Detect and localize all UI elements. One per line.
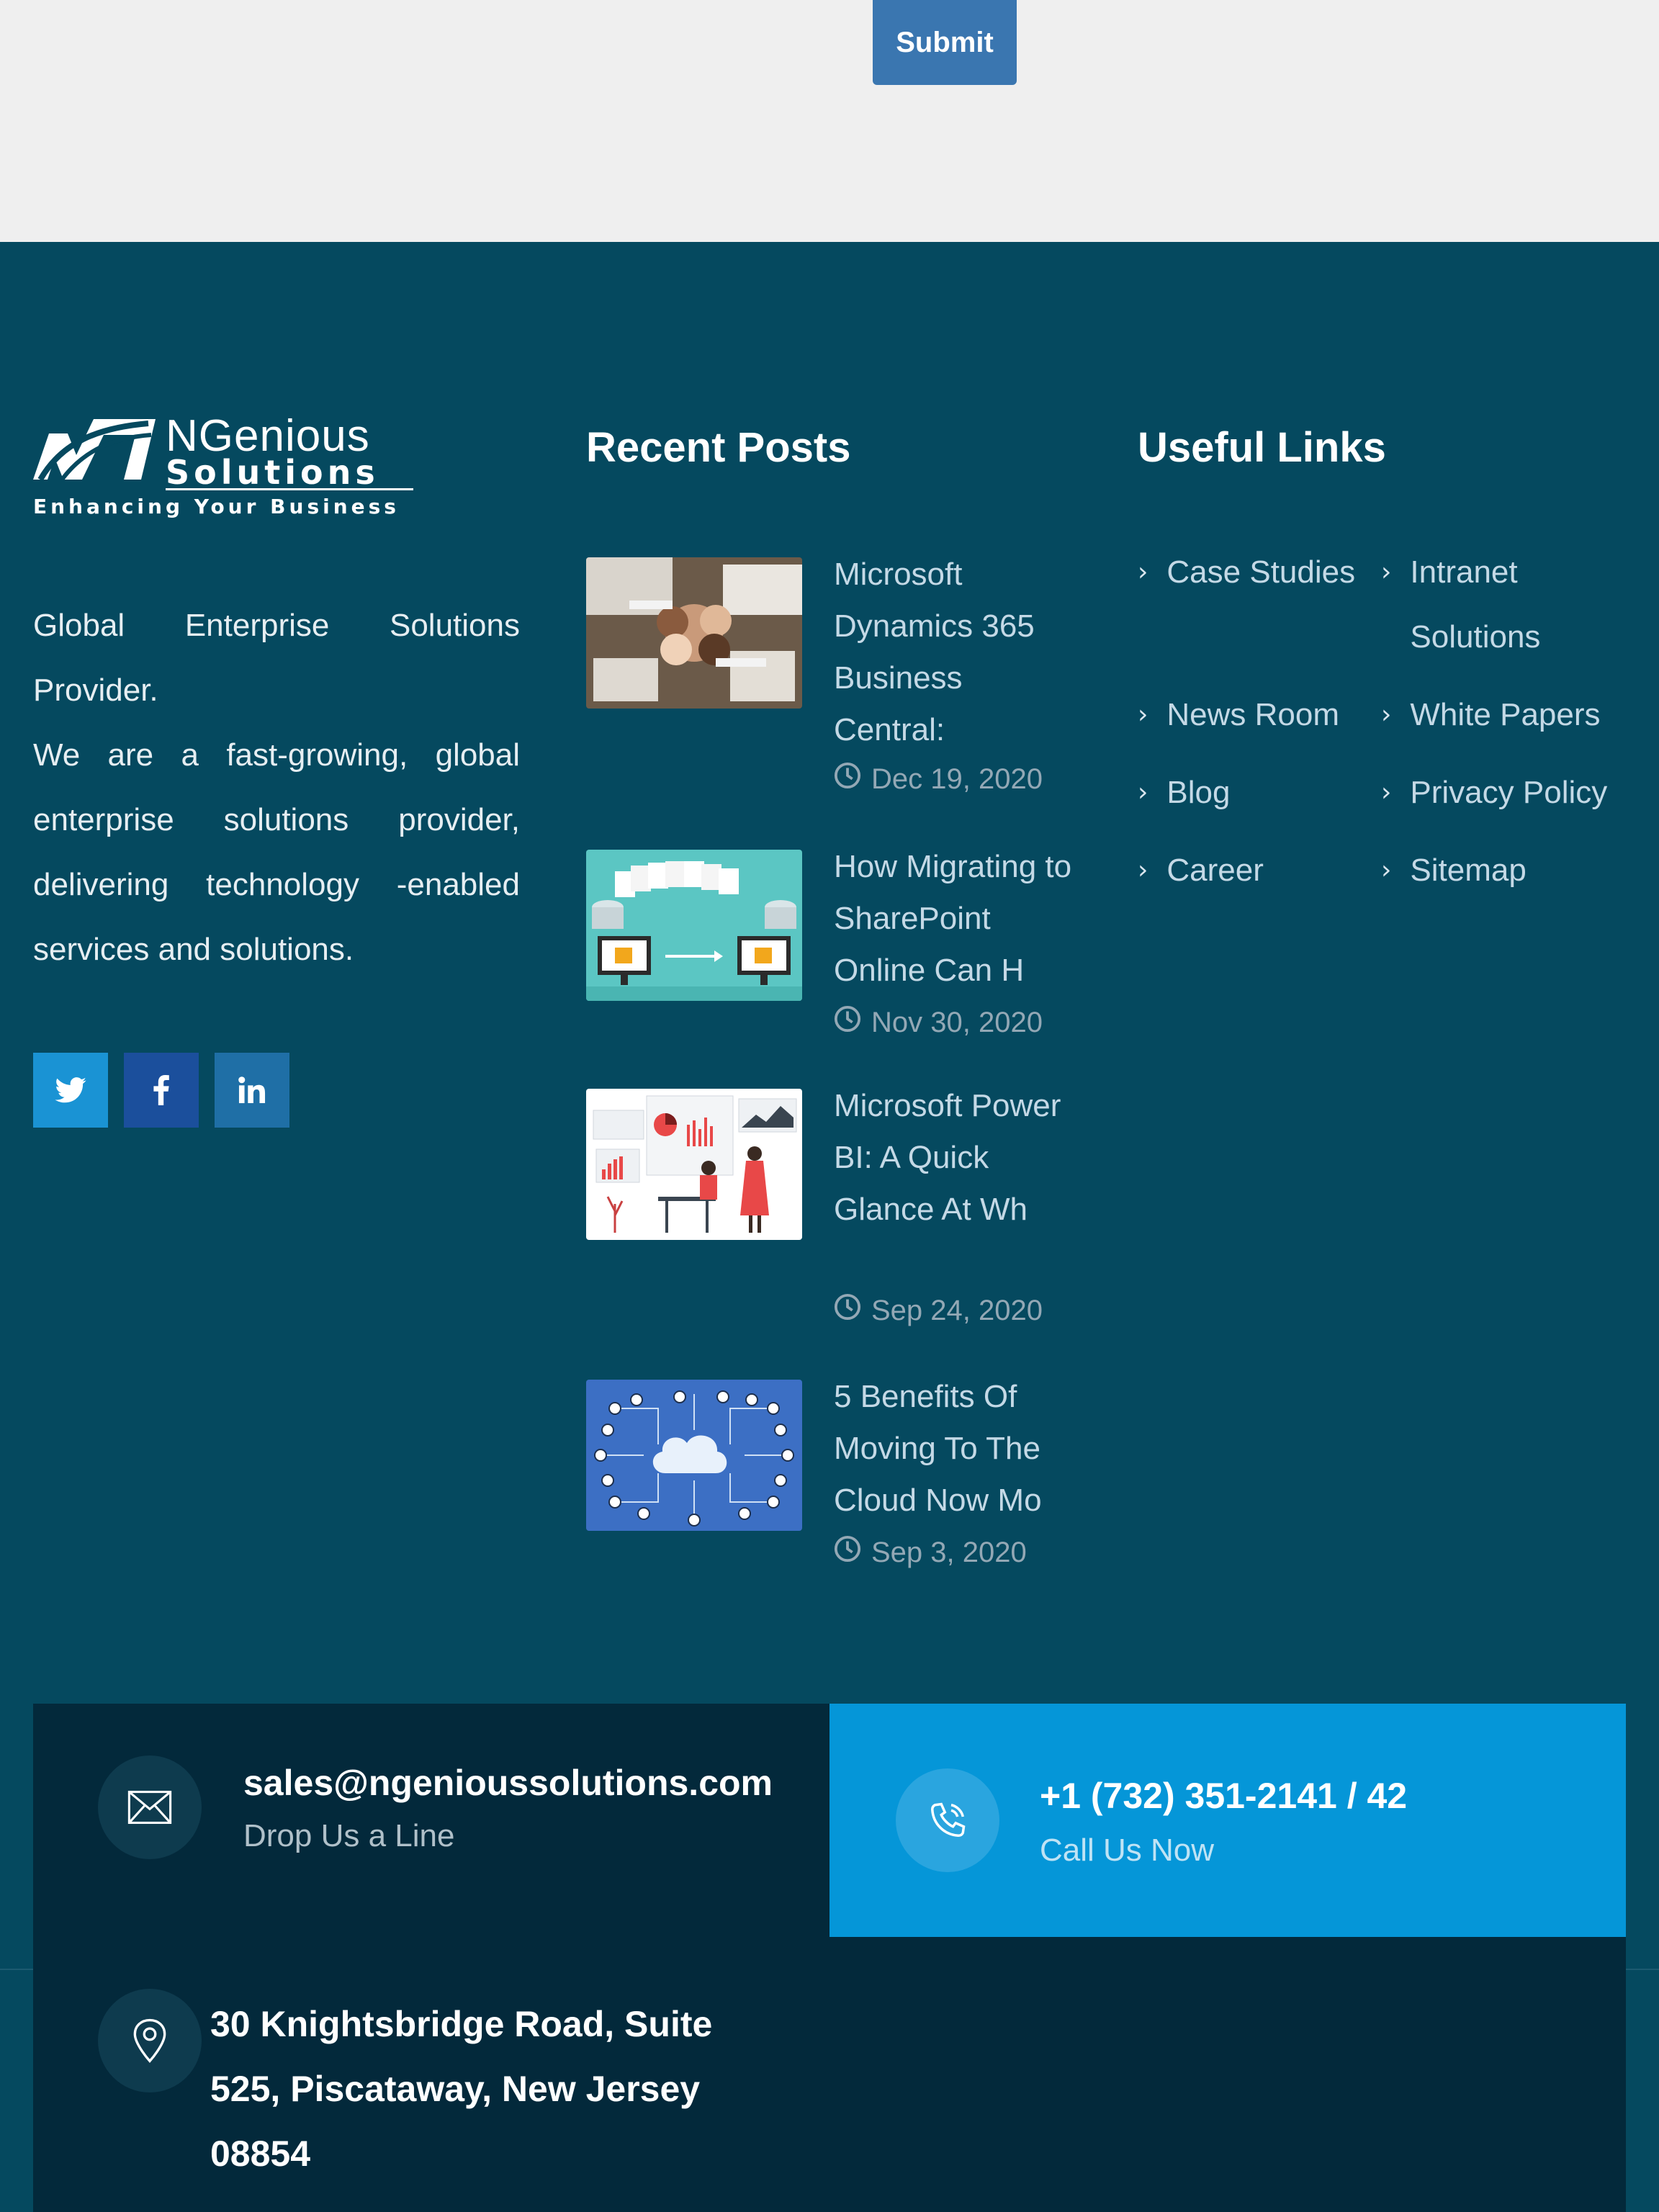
chevron-right-icon: › <box>1381 778 1392 807</box>
link-label: Intranet Solutions <box>1410 554 1541 655</box>
envelope-icon <box>98 1755 202 1859</box>
twitter-button[interactable] <box>33 1053 108 1128</box>
link-label: News Room <box>1166 697 1340 732</box>
link-label: Case Studies <box>1166 554 1356 590</box>
link-label: Career <box>1166 853 1264 888</box>
post-date-text: Sep 24, 2020 <box>871 1294 1043 1326</box>
post-title-link[interactable]: Microsoft Dynamics 365 Business Central: <box>834 549 1079 756</box>
facebook-icon <box>153 1075 169 1105</box>
phone-box: +1 (732) 351-2141 / 42 Call Us Now <box>830 1704 1626 1937</box>
post-date: Sep 3, 2020 <box>834 1535 1027 1570</box>
linkedin-button[interactable] <box>215 1053 289 1128</box>
email-caption: Drop Us a Line <box>243 1818 455 1853</box>
brand-tagline: Enhancing Your Business <box>33 495 400 518</box>
about-line-1: Global Enterprise Solutions Provider. <box>33 608 520 708</box>
post-date-text: Nov 30, 2020 <box>871 1006 1043 1038</box>
map-pin-icon <box>98 1989 202 2092</box>
twitter-icon <box>55 1077 86 1103</box>
link-privacy-policy[interactable]: › Privacy Policy <box>1381 760 1607 825</box>
post-thumbnail[interactable] <box>586 1089 802 1240</box>
chevron-right-icon: › <box>1381 855 1392 885</box>
chevron-right-icon: › <box>1381 557 1392 587</box>
recent-posts-heading: Recent Posts <box>586 424 851 471</box>
post-date: Nov 30, 2020 <box>834 1005 1043 1040</box>
logo-mark-icon <box>33 419 156 482</box>
post-date-text: Sep 3, 2020 <box>871 1536 1027 1568</box>
brand-logo[interactable]: NGenious Solutions Enhancing Your Busine… <box>33 413 413 529</box>
chevron-right-icon: › <box>1138 557 1148 587</box>
chevron-right-icon: › <box>1138 855 1148 885</box>
chevron-right-icon: › <box>1138 700 1148 729</box>
clock-icon <box>834 1535 861 1570</box>
link-sitemap[interactable]: › Sitemap <box>1381 838 1527 903</box>
linkedin-icon <box>238 1076 266 1104</box>
clock-icon <box>834 762 861 796</box>
chevron-right-icon: › <box>1381 700 1392 729</box>
post-thumbnail[interactable] <box>586 1380 802 1531</box>
post-thumbnail[interactable] <box>586 850 802 1001</box>
link-label: Sitemap <box>1410 853 1527 888</box>
phone-caption: Call Us Now <box>1040 1833 1215 1868</box>
phone-icon <box>896 1768 999 1872</box>
post-date-text: Dec 19, 2020 <box>871 763 1043 795</box>
post-date: Dec 19, 2020 <box>834 762 1043 796</box>
post-thumbnail[interactable] <box>586 557 802 709</box>
chevron-right-icon: › <box>1138 778 1148 807</box>
link-news-room[interactable]: › News Room <box>1138 683 1339 747</box>
address-text: 30 Knightsbridge Road, Suite 525, Piscat… <box>210 2004 713 2174</box>
phone-number[interactable]: +1 (732) 351-2141 / 42 <box>1040 1774 1407 1817</box>
link-white-papers[interactable]: › White Papers <box>1381 683 1601 747</box>
footer-divider <box>1626 1969 1659 1970</box>
logo-divider <box>166 488 413 490</box>
post-title-link[interactable]: How Migrating to SharePoint Online Can H <box>834 841 1079 997</box>
link-label: Privacy Policy <box>1410 775 1608 810</box>
footer-divider <box>0 1969 33 1970</box>
about-line-2: We are a fast-growing, global enterprise… <box>33 737 520 967</box>
about-text: Global Enterprise Solutions Provider. We… <box>33 593 520 982</box>
form-area: Submit <box>0 0 1659 242</box>
useful-links-heading: Useful Links <box>1138 424 1386 471</box>
post-title-link[interactable]: 5 Benefits Of Moving To The Cloud Now Mo <box>834 1371 1079 1527</box>
link-blog[interactable]: › Blog <box>1138 760 1230 825</box>
submit-button[interactable]: Submit <box>873 0 1017 85</box>
clock-icon <box>834 1293 861 1328</box>
link-career[interactable]: › Career <box>1138 838 1264 903</box>
email-address[interactable]: sales@ngenioussolutions.com <box>243 1761 773 1804</box>
link-label: White Papers <box>1410 697 1601 732</box>
link-label: Blog <box>1166 775 1231 810</box>
brand-name-sub: Solutions <box>166 453 379 492</box>
link-case-studies[interactable]: › Case Studies <box>1138 540 1355 605</box>
link-intranet-solutions[interactable]: › Intranet Solutions <box>1381 540 1619 670</box>
post-title-link[interactable]: Microsoft Power BI: A Quick Glance At Wh <box>834 1080 1079 1236</box>
social-links <box>33 1053 289 1128</box>
clock-icon <box>834 1005 861 1040</box>
post-date: Sep 24, 2020 <box>834 1293 1043 1328</box>
facebook-button[interactable] <box>124 1053 199 1128</box>
